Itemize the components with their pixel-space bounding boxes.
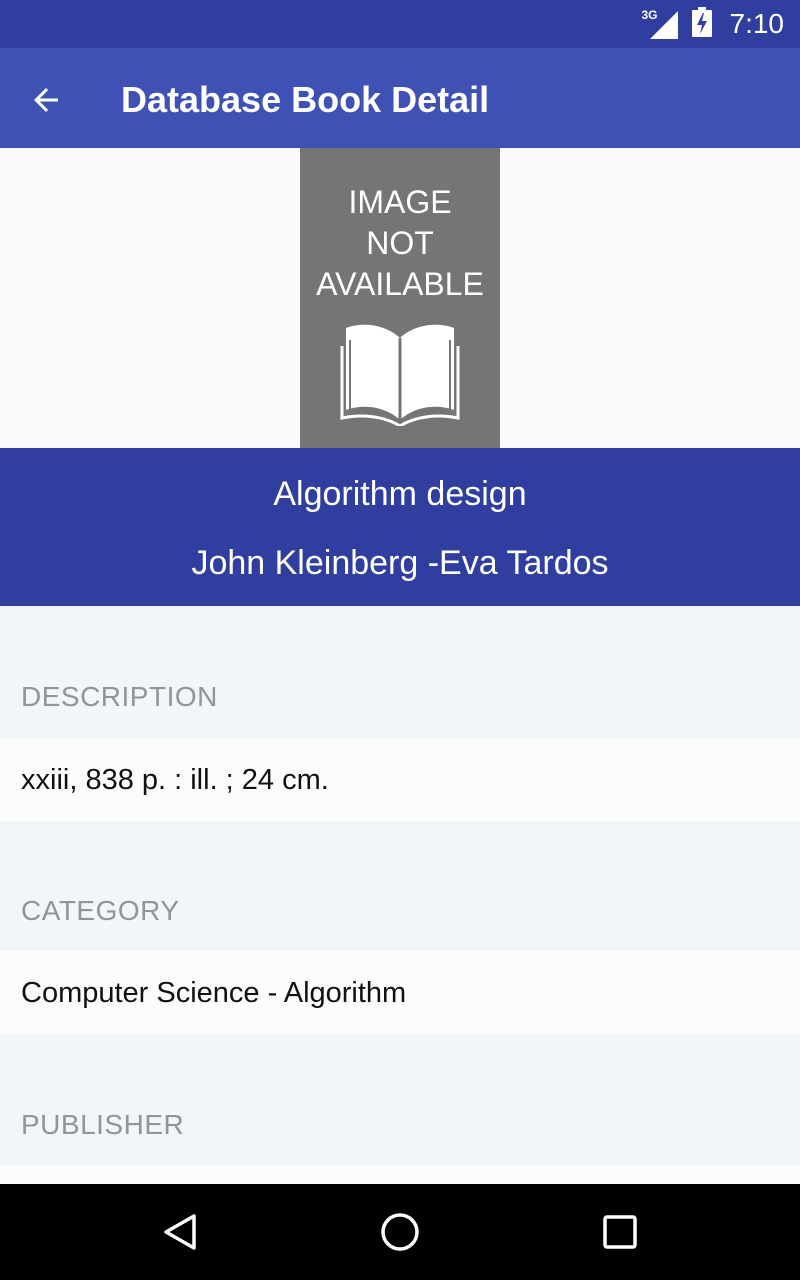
battery-charging-icon — [691, 6, 712, 42]
category-value: Computer Science - Algorithm — [21, 977, 407, 1009]
cover-area: IMAGE NOT AVAILABLE — [0, 148, 800, 448]
clock: 7:10 — [729, 8, 785, 39]
open-book-icon — [340, 324, 460, 426]
book-authors: John Kleinberg -Eva Tardos — [191, 544, 609, 582]
description-row: xxiii, 838 p. : ill. ; 24 cm. — [0, 738, 800, 821]
app-bar: Database Book Detail — [0, 48, 800, 148]
description-value: xxiii, 838 p. : ill. ; 24 cm. — [21, 764, 329, 796]
system-nav-bar — [0, 1184, 800, 1280]
category-row: Computer Science - Algorithm — [0, 951, 800, 1034]
status-bar: 3G 7:10 — [0, 0, 800, 48]
nav-back-button[interactable] — [156, 1208, 204, 1256]
book-header: Algorithm design John Kleinberg -Eva Tar… — [0, 448, 800, 606]
signal-3g-icon: 3G — [642, 9, 678, 39]
image-not-available-text: IMAGE NOT AVAILABLE — [316, 184, 484, 302]
nav-home-button[interactable] — [376, 1208, 424, 1256]
book-cover-image: IMAGE NOT AVAILABLE — [300, 148, 500, 448]
back-button[interactable] — [28, 76, 84, 124]
description-label: DESCRIPTION — [21, 681, 218, 712]
recents-square-icon — [603, 1215, 637, 1249]
arrow-back-icon — [34, 88, 58, 112]
page-title: Database Book Detail — [121, 79, 490, 120]
back-triangle-icon — [164, 1214, 196, 1250]
status-icons: 3G 7:10 — [642, 0, 785, 48]
home-circle-icon — [381, 1213, 419, 1251]
category-label: CATEGORY — [21, 895, 180, 926]
publisher-label: PUBLISHER — [21, 1109, 185, 1140]
nav-recents-button[interactable] — [596, 1208, 644, 1256]
book-title: Algorithm design — [273, 475, 527, 513]
